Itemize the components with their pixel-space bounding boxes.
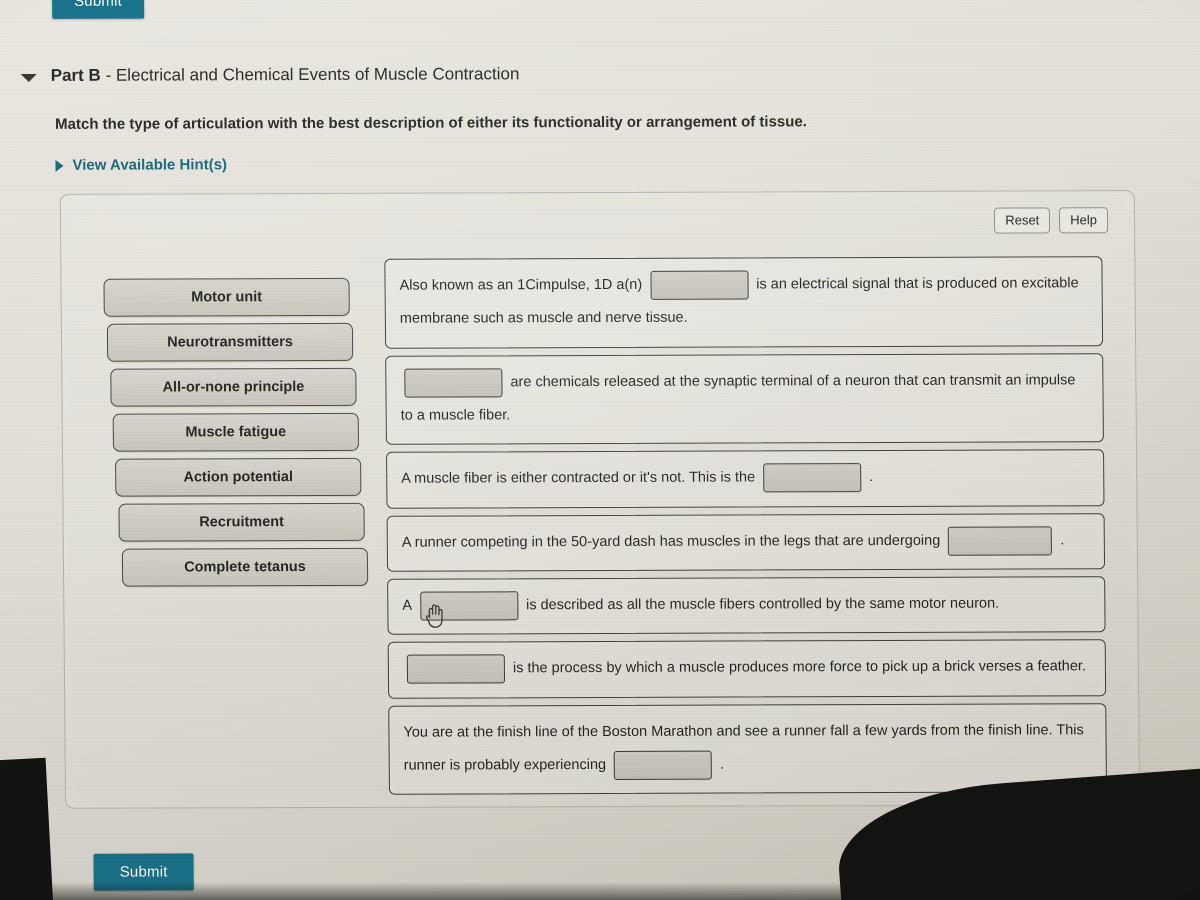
view-hints-link[interactable]: View Available Hint(s) bbox=[55, 156, 227, 174]
term-chip[interactable]: Neurotransmitters bbox=[106, 322, 354, 362]
statement-row: are chemicals released at the synaptic t… bbox=[385, 352, 1104, 446]
statement-text-after: . bbox=[869, 469, 874, 486]
term-chip[interactable]: Action potential bbox=[115, 457, 362, 497]
statement-text-before: Also known as an 1Cimpulse, 1D a(n) bbox=[399, 276, 643, 294]
statement-text-before: A muscle fiber is either contracted or i… bbox=[401, 469, 756, 488]
answer-drop-slot[interactable] bbox=[763, 463, 862, 493]
photographed-screen: Submit Part B - Electrical and Chemical … bbox=[0, 0, 1200, 900]
answer-drop-slot[interactable] bbox=[404, 367, 503, 398]
statement-text-after: . bbox=[1060, 532, 1065, 549]
answer-drop-slot[interactable] bbox=[613, 750, 713, 780]
answer-drop-slot[interactable] bbox=[650, 270, 749, 300]
term-chip[interactable]: Motor unit bbox=[103, 277, 350, 317]
page-content: Submit Part B - Electrical and Chemical … bbox=[0, 0, 1200, 900]
statement-row: You are at the finish line of the Boston… bbox=[388, 702, 1108, 796]
statement-row: A muscle fiber is either contracted or i… bbox=[386, 449, 1105, 509]
term-chip[interactable]: All-or-none principle bbox=[110, 367, 357, 407]
view-hints-label: View Available Hint(s) bbox=[72, 156, 228, 174]
page-title: Part B - Electrical and Chemical Events … bbox=[51, 64, 520, 86]
statement-row: Also known as an 1Cimpulse, 1D a(n) is a… bbox=[384, 256, 1104, 349]
statement-row: A is described as all the muscle fibers … bbox=[387, 576, 1106, 636]
answer-drop-slot[interactable] bbox=[406, 654, 506, 684]
part-header: Part B - Electrical and Chemical Events … bbox=[20, 64, 520, 86]
part-label: Part B bbox=[50, 65, 101, 85]
term-chip[interactable]: Recruitment bbox=[118, 502, 365, 542]
draggable-terms-list: Motor unit Neurotransmitters All-or-none p… bbox=[103, 277, 369, 594]
hand-pointer-icon bbox=[426, 604, 443, 628]
bezel-bottom-left bbox=[0, 757, 55, 900]
statement-text-after: . bbox=[720, 756, 725, 773]
expand-triangle-icon bbox=[55, 159, 64, 172]
submit-button-top[interactable]: Submit bbox=[51, 0, 145, 19]
statement-row: is the process by which a muscle produce… bbox=[387, 639, 1107, 699]
collapse-triangle-icon[interactable] bbox=[20, 73, 37, 82]
statement-text-after: is the process by which a muscle produce… bbox=[512, 658, 1087, 677]
statement-text-before: A runner competing in the 50-yard dash h… bbox=[401, 532, 941, 551]
answer-drop-slot[interactable] bbox=[948, 526, 1053, 556]
statement-row: A runner competing in the 50-yard dash h… bbox=[386, 512, 1106, 572]
part-description: - Electrical and Chemical Events of Musc… bbox=[105, 64, 520, 85]
question-prompt: Match the type of articulation with the … bbox=[55, 113, 807, 133]
panel-toolbar: Reset Help bbox=[994, 207, 1109, 234]
statements-list: Also known as an 1Cimpulse, 1D a(n) is a… bbox=[384, 256, 1108, 802]
term-chip[interactable]: Complete tetanus bbox=[121, 547, 369, 587]
statement-text-after: is described as all the muscle fibers co… bbox=[526, 595, 1000, 614]
term-chip[interactable]: Muscle fatigue bbox=[112, 412, 359, 452]
reset-button[interactable]: Reset bbox=[994, 207, 1051, 234]
answer-panel: Reset Help Motor unit Neurotransmitters Al… bbox=[59, 190, 1141, 809]
help-button[interactable]: Help bbox=[1059, 207, 1109, 234]
statement-text-before: A bbox=[402, 597, 413, 614]
statement-text-before: You are at the finish line of the Boston… bbox=[403, 721, 1084, 774]
